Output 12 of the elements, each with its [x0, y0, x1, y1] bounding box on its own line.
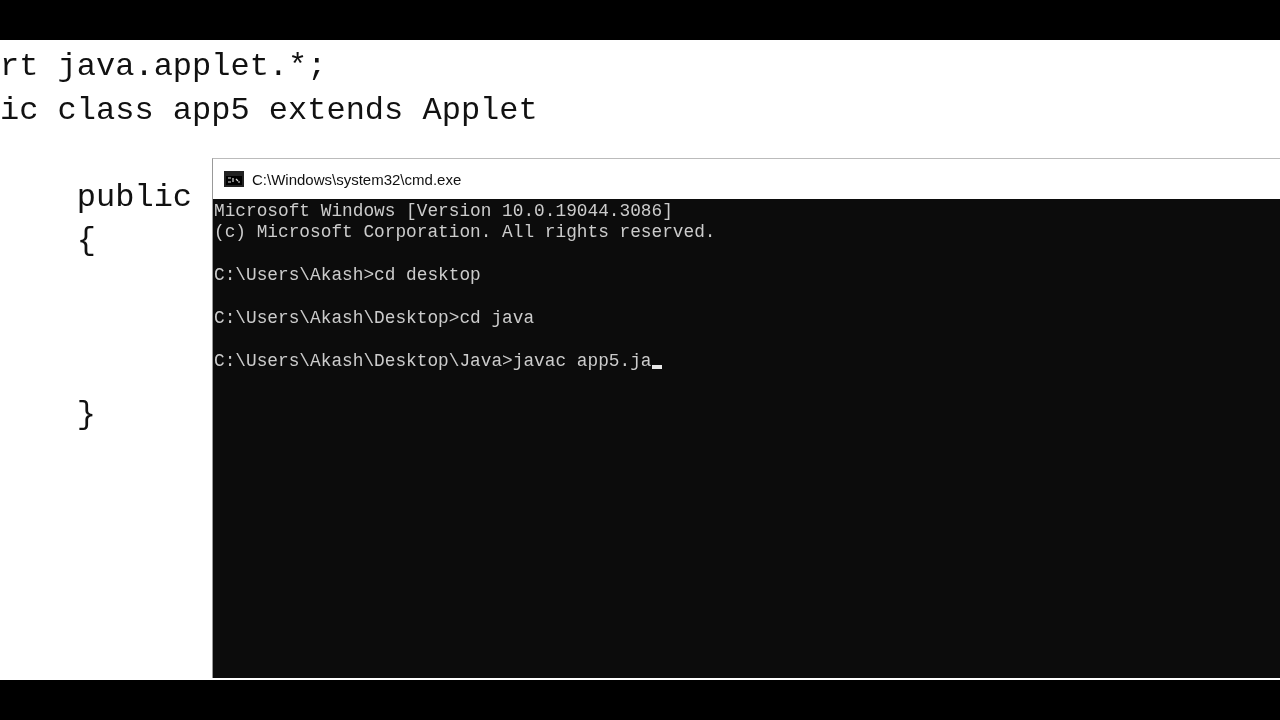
- command-line: C:\Users\Akash>cd desktop: [214, 265, 481, 287]
- code-line: rt java.applet.*;: [0, 47, 327, 87]
- code-line: }: [75, 395, 96, 435]
- command-line: C:\Users\Akash\Desktop\Java>javac app5.ja: [214, 350, 652, 373]
- code-line: ic class app5 extends Applet: [0, 90, 538, 131]
- console-icon: [224, 171, 244, 187]
- output-line: (c) Microsoft Corporation. All rights reserved.: [214, 222, 716, 244]
- code-line: public: [75, 177, 193, 218]
- command-line: C:\Users\Akash\Desktop>cd java: [214, 307, 535, 330]
- window-title: C:\Windows\system32\cmd.exe: [252, 170, 462, 188]
- output-line: Microsoft Windows [Version 10.0.19044.3086]: [214, 201, 673, 223]
- code-line: {: [75, 221, 96, 261]
